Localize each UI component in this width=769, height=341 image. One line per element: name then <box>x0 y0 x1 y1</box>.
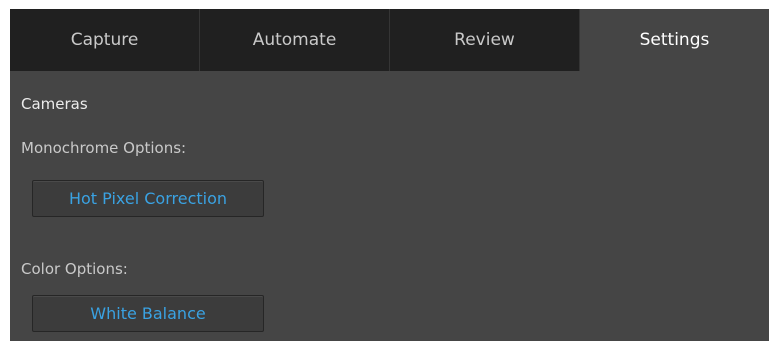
section-title-cameras: Cameras <box>21 95 88 113</box>
settings-panel: Cameras Monochrome Options: Hot Pixel Co… <box>10 71 769 341</box>
tab-bar: Capture Automate Review Settings <box>10 9 769 71</box>
tab-capture[interactable]: Capture <box>10 9 200 71</box>
monochrome-options-label: Monochrome Options: <box>21 139 187 157</box>
hot-pixel-correction-button[interactable]: Hot Pixel Correction <box>32 180 264 217</box>
tab-settings[interactable]: Settings <box>580 9 769 71</box>
color-options-label: Color Options: <box>21 260 128 278</box>
app-window: Capture Automate Review Settings Cameras… <box>10 9 769 341</box>
tab-automate[interactable]: Automate <box>200 9 390 71</box>
tab-review[interactable]: Review <box>390 9 580 71</box>
white-balance-button[interactable]: White Balance <box>32 295 264 332</box>
